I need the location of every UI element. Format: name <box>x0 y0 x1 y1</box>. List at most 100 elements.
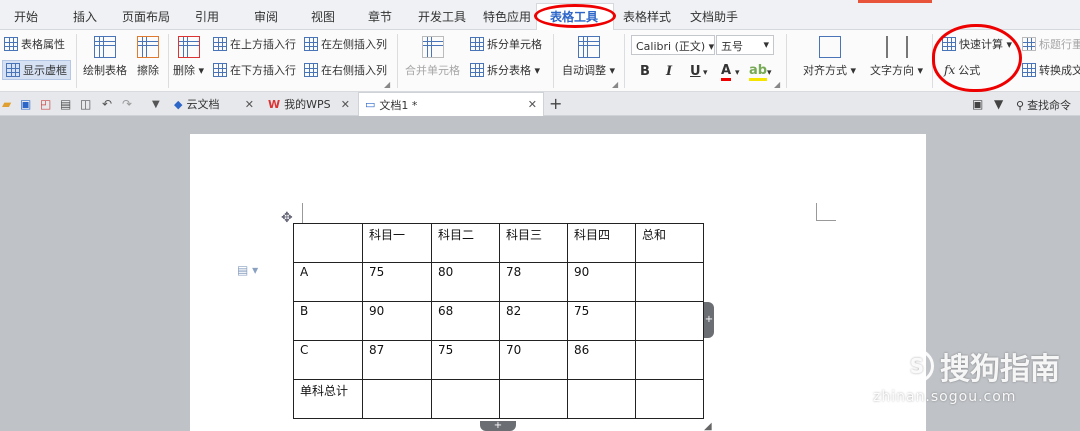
merge-cells-button[interactable]: 合并单元格 <box>405 36 460 78</box>
table-cell[interactable]: C <box>293 340 363 380</box>
show-gridlines-button[interactable]: 显示虚框 <box>2 60 71 80</box>
tab-table-style[interactable]: 表格样式 <box>623 8 671 25</box>
tab-doc-assistant[interactable]: 文档助手 <box>690 8 738 25</box>
table-cell[interactable]: 70 <box>499 340 568 380</box>
chevron-down-icon[interactable]: ▾ <box>735 68 740 78</box>
table-cell[interactable]: 90 <box>567 262 636 302</box>
table-cell[interactable]: 75 <box>431 340 500 380</box>
add-row-handle[interactable]: + <box>480 421 516 431</box>
tab-my-wps[interactable]: W 我的WPS ✕ <box>262 92 356 116</box>
eraser-button[interactable]: 擦除 <box>137 36 159 78</box>
search-command[interactable]: ⚲ 查找命令 <box>1016 97 1071 113</box>
chevron-down-icon[interactable]: ▾ <box>703 68 708 78</box>
new-tab-icon[interactable]: + <box>549 94 562 113</box>
insert-col-right-button[interactable]: 在右侧插入列 <box>304 62 387 78</box>
undo-icon[interactable]: ↶ <box>102 97 112 111</box>
table-header-cell[interactable]: 科目三 <box>499 223 568 263</box>
tab-view[interactable]: 视图 <box>311 8 335 25</box>
paragraph-icon[interactable]: ▤ ▾ <box>237 263 258 277</box>
auto-adjust-button[interactable]: 自动调整 ▾ <box>562 36 615 78</box>
print-preview-icon[interactable]: ◫ <box>80 97 91 111</box>
table-properties-button[interactable]: 表格属性 <box>4 36 65 52</box>
table-header-cell[interactable]: 科目一 <box>362 223 432 263</box>
tab-developer[interactable]: 开发工具 <box>418 8 466 25</box>
export-pdf-icon[interactable]: ◰ <box>40 97 51 111</box>
font-size-select[interactable]: 五号 ▾ <box>716 35 774 55</box>
split-table-label: 拆分表格 ▾ <box>487 64 541 77</box>
table-cell[interactable]: 78 <box>499 262 568 302</box>
italic-button[interactable]: I <box>666 64 672 79</box>
table-cell[interactable] <box>635 340 704 380</box>
table-cell[interactable]: 单科总计 <box>293 379 363 419</box>
title-row-repeat-button[interactable]: 标题行重 <box>1022 36 1080 52</box>
tab-insert[interactable]: 插入 <box>73 8 97 25</box>
tab-document[interactable]: ▭ 文档1 * ✕ <box>358 92 544 116</box>
dialog-launcher-icon[interactable]: ◢ <box>384 80 390 89</box>
insert-row-below-icon <box>213 63 227 77</box>
font-name-select[interactable]: Calibri (正文) ▾ <box>631 35 715 55</box>
tab-cloud-docs[interactable]: ◆ 云文档 ✕ <box>168 92 260 116</box>
table-cell[interactable]: B <box>293 301 363 341</box>
screen-icon[interactable]: ▣ <box>972 97 983 111</box>
table-cell[interactable] <box>431 379 500 419</box>
table-cell[interactable] <box>635 262 704 302</box>
redo-icon[interactable]: ↷ <box>122 97 132 111</box>
save-icon[interactable]: ▣ <box>20 97 31 111</box>
open-folder-icon[interactable]: ▰ <box>2 97 11 111</box>
table-header-cell[interactable]: 总和 <box>635 223 704 263</box>
table-move-handle-icon[interactable]: ✥ <box>281 210 293 226</box>
tab-chapter[interactable]: 章节 <box>368 8 392 25</box>
close-icon[interactable]: ✕ <box>245 98 254 111</box>
table-properties-label: 表格属性 <box>21 38 65 51</box>
menu-bar: 开始 插入 页面布局 引用 审阅 视图 章节 开发工具 特色应用 表格工具 表格… <box>0 0 1080 30</box>
title-row-icon <box>1022 37 1036 51</box>
table-cell[interactable]: A <box>293 262 363 302</box>
table-cell[interactable]: 75 <box>362 262 432 302</box>
highlight-color-icon[interactable]: ab <box>749 64 768 81</box>
align-button[interactable]: 对齐方式 ▾ <box>803 36 856 78</box>
table-cell[interactable]: 90 <box>362 301 432 341</box>
tab-page-layout[interactable]: 页面布局 <box>122 8 170 25</box>
table-cell[interactable] <box>362 379 432 419</box>
table-header-row: 科目一 科目二 科目三 科目四 总和 <box>293 223 704 263</box>
table-resize-handle-icon[interactable]: ◢ <box>704 421 712 431</box>
table-cell[interactable] <box>293 223 363 263</box>
insert-row-below-button[interactable]: 在下方插入行 <box>213 62 296 78</box>
close-icon[interactable]: ✕ <box>341 98 350 111</box>
insert-col-left-button[interactable]: 在左侧插入列 <box>304 36 387 52</box>
print-icon[interactable]: ▤ <box>60 97 71 111</box>
table-cell[interactable] <box>635 301 704 341</box>
dialog-launcher-icon[interactable]: ◢ <box>774 80 780 89</box>
table-header-cell[interactable]: 科目四 <box>567 223 636 263</box>
table-cell[interactable]: 68 <box>431 301 500 341</box>
dialog-launcher-icon[interactable]: ◢ <box>612 80 618 89</box>
filter-icon[interactable]: ▼ <box>994 97 1003 111</box>
table-cell[interactable]: 80 <box>431 262 500 302</box>
draw-table-button[interactable]: 绘制表格 <box>83 36 127 78</box>
tab-home[interactable]: 开始 <box>14 8 38 25</box>
tab-review[interactable]: 审阅 <box>254 8 278 25</box>
close-icon[interactable]: ✕ <box>528 98 537 111</box>
underline-button[interactable]: U <box>690 64 701 79</box>
font-color-button[interactable]: A <box>721 64 732 81</box>
tab-special[interactable]: 特色应用 <box>483 8 531 25</box>
insert-row-above-button[interactable]: 在上方插入行 <box>213 36 296 52</box>
table-header-cell[interactable]: 科目二 <box>431 223 500 263</box>
table-cell[interactable]: 86 <box>567 340 636 380</box>
table-cell[interactable]: 75 <box>567 301 636 341</box>
bold-button[interactable]: B <box>640 64 650 79</box>
tab-references[interactable]: 引用 <box>195 8 219 25</box>
add-column-handle[interactable]: + <box>704 302 714 338</box>
table-cell[interactable] <box>567 379 636 419</box>
split-cells-button[interactable]: 拆分单元格 <box>470 36 542 52</box>
split-table-button[interactable]: 拆分表格 ▾ <box>470 62 540 78</box>
table-cell[interactable]: 87 <box>362 340 432 380</box>
table-cell[interactable] <box>499 379 568 419</box>
table-cell[interactable] <box>635 379 704 419</box>
delete-button[interactable]: 删除 ▾ <box>173 36 204 78</box>
table-cell[interactable]: 82 <box>499 301 568 341</box>
convert-text-button[interactable]: 转换成文 <box>1022 62 1080 78</box>
text-direction-button[interactable]: 文字方向 ▾ <box>870 36 923 78</box>
customize-toolbar-icon[interactable]: ▼ <box>152 99 160 110</box>
chevron-down-icon[interactable]: ▾ <box>767 68 772 78</box>
